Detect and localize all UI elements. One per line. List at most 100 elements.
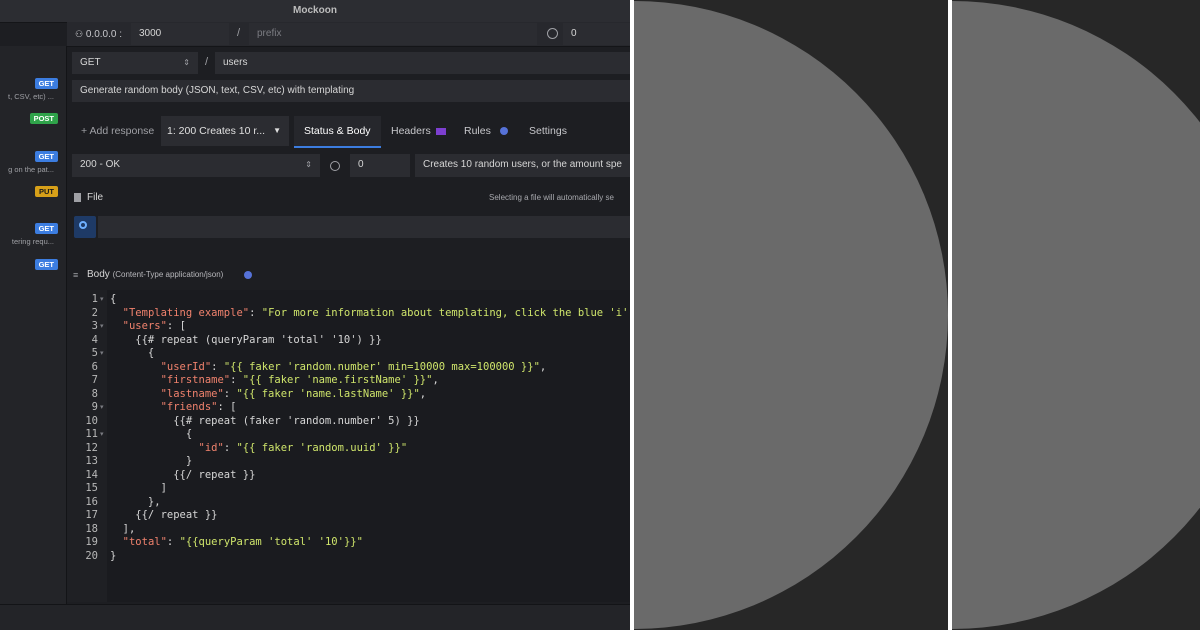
code-line: {{# repeat (faker 'random.number' 5) }}	[110, 414, 420, 427]
fold-arrow-icon[interactable]: ▾	[100, 349, 104, 357]
status-bar	[0, 604, 630, 630]
line-number: 11	[85, 428, 98, 440]
body-label: Body (Content-Type application/json)	[87, 269, 224, 280]
tab-rules[interactable]: Rules	[464, 116, 508, 146]
info-icon[interactable]	[244, 271, 252, 279]
method-badge: GET	[34, 259, 58, 270]
tab-status-body[interactable]: Status & Body	[294, 116, 381, 148]
path-input[interactable]: users	[215, 52, 630, 74]
line-number: 2	[91, 306, 98, 319]
file-path-input[interactable]	[98, 216, 630, 238]
code-line: {{/ repeat }}	[110, 509, 218, 521]
line-number: 10	[85, 414, 98, 427]
line-number: 18	[85, 522, 98, 535]
method-badge: GET	[34, 223, 58, 234]
method-badge: GET	[34, 78, 58, 89]
window-title: Mockoon	[0, 0, 630, 23]
fold-arrow-icon[interactable]: ▾	[100, 322, 104, 330]
fold-arrow-icon[interactable]: ▾	[100, 430, 104, 438]
method-badge: PUT	[35, 186, 58, 197]
add-response-button[interactable]: + Add response	[81, 116, 154, 146]
code-line: "id": "{{ faker 'random.uuid' }}"	[198, 441, 408, 454]
select-arrows-icon: ⇕	[305, 160, 312, 169]
line-number: 8	[91, 387, 98, 400]
response-description-input[interactable]: Creates 10 random users, or the amount s…	[415, 154, 630, 177]
code-line: {{# repeat (queryParam 'total' '10') }}	[110, 333, 382, 346]
tab-settings[interactable]: Settings	[529, 116, 567, 146]
environment-bar: ⚇ 0.0.0.0 : 3000 / prefix 0	[67, 22, 630, 47]
code-line: "friends": [	[160, 401, 237, 413]
body-lines-icon: ≡	[73, 270, 79, 280]
line-number: 20	[85, 549, 98, 562]
body-editor[interactable]: 1 2 3 4 5 6 7 8 9 10 11 12 13 14 15 16 1…	[67, 290, 630, 602]
response-selector[interactable]: 1: 200 Creates 10 r... ▼	[161, 116, 289, 146]
half-circle-shape	[634, 1, 948, 629]
decorative-panel-right	[952, 0, 1200, 630]
line-number: 1	[91, 293, 98, 305]
file-hint: Selecting a file will automatically se	[489, 193, 614, 202]
prefix-separator: /	[237, 27, 241, 39]
fold-arrow-icon[interactable]: ▾	[100, 403, 104, 411]
method-badge: POST	[29, 113, 58, 124]
response-tabs: + Add response 1: 200 Creates 10 r... ▼ …	[67, 116, 630, 148]
route-desc: g on the pat...	[8, 165, 54, 174]
latency-input[interactable]: 0	[563, 23, 630, 45]
line-number: 9	[91, 401, 98, 413]
route-description-input[interactable]: Generate random body (JSON, text, CSV, e…	[72, 80, 630, 102]
info-icon	[499, 127, 508, 136]
select-arrows-icon: ⇕	[183, 58, 190, 67]
decorative-panel-left	[634, 0, 948, 630]
line-number: 7	[91, 374, 98, 386]
line-number: 15	[85, 482, 98, 494]
chevron-down-icon: ▼	[273, 126, 281, 135]
code-line: ],	[110, 522, 136, 535]
code-line: {	[110, 293, 117, 305]
line-number: 16	[85, 495, 98, 508]
code-line: "lastname": "{{ faker 'name.lastName' }}…	[160, 387, 427, 400]
host-label: ⚇ 0.0.0.0 :	[75, 29, 122, 40]
line-number: 5	[91, 347, 98, 359]
search-icon	[79, 221, 87, 229]
line-number: 13	[85, 455, 98, 467]
browse-file-button[interactable]	[74, 216, 96, 238]
path-separator: /	[205, 56, 209, 68]
code-line: {	[110, 428, 193, 440]
status-code-select[interactable]: 200 - OK ⇕	[72, 154, 320, 177]
headers-count-badge	[435, 127, 446, 135]
line-number: 4	[91, 333, 98, 346]
response-latency-input[interactable]: 0	[350, 154, 410, 177]
plug-icon: ⚇	[75, 29, 84, 39]
line-number: 12	[85, 441, 98, 454]
prefix-input[interactable]: prefix	[249, 23, 537, 45]
code-line: "firstname": "{{ faker 'name.firstName' …	[160, 374, 439, 386]
code-line: }	[110, 549, 117, 562]
line-number: 17	[85, 509, 98, 521]
code-line: ]	[110, 482, 167, 494]
half-circle-shape	[952, 1, 1200, 629]
routes-sidebar: GET t, CSV, etc) ... POST GET g on the p…	[0, 46, 67, 606]
route-desc: t, CSV, etc) ...	[8, 92, 54, 101]
mockoon-window: Mockoon ⚇ 0.0.0.0 : 3000 / prefix 0 GET …	[0, 0, 630, 630]
code-line: {{/ repeat }}	[110, 468, 256, 481]
file-icon	[74, 193, 81, 202]
route-desc: tering requ...	[11, 237, 54, 246]
fold-arrow-icon[interactable]: ▾	[100, 295, 104, 303]
code-line: "Templating example": "For more informat…	[122, 306, 630, 319]
code-line: },	[110, 495, 161, 508]
line-number: 14	[85, 468, 98, 481]
code-line: }	[110, 455, 193, 467]
port-input[interactable]: 3000	[131, 23, 229, 45]
code-line: "userId": "{{ faker 'random.number' min=…	[160, 360, 547, 373]
method-badge: GET	[34, 151, 58, 162]
clock-icon	[330, 161, 340, 171]
file-label: File	[87, 192, 104, 203]
tab-headers[interactable]: Headers	[391, 116, 446, 146]
method-select[interactable]: GET ⇕	[72, 52, 198, 74]
code-line: "users": [	[122, 320, 186, 332]
code-line: "total": "{{queryParam 'total' '10'}}"	[122, 536, 363, 548]
code-line: {	[110, 347, 155, 359]
clock-icon	[547, 28, 558, 39]
line-number: 3	[91, 320, 98, 332]
line-number: 6	[91, 360, 98, 373]
line-number: 19	[85, 536, 98, 548]
